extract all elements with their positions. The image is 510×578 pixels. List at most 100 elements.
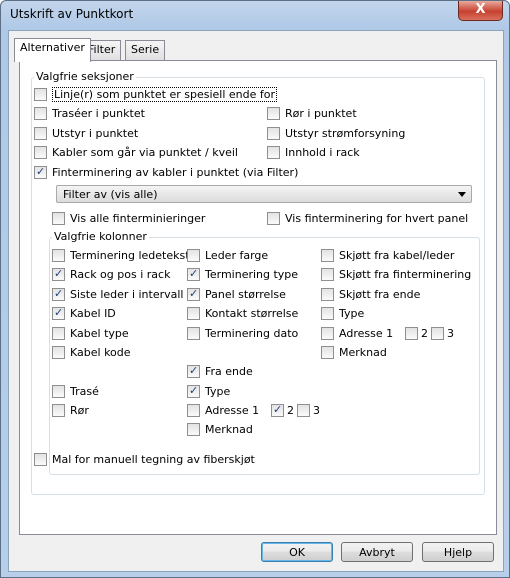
checkbox-fra-adresse1[interactable]: Adresse 1 (187, 404, 259, 418)
checkbox-skjott-ende[interactable]: Skjøtt fra ende (321, 288, 420, 302)
checkbox-box[interactable] (321, 327, 334, 340)
checkbox-box[interactable] (187, 423, 200, 436)
checkbox-kabel-type[interactable]: Kabel type (52, 327, 129, 341)
close-button[interactable]: X (458, 1, 503, 21)
checkbox-label: Rack og pos i rack (70, 268, 171, 281)
checkbox-label: Kontakt størrelse (205, 307, 299, 320)
checkbox-box[interactable] (271, 403, 284, 417)
checkbox-label: Panel størrelse (205, 288, 286, 301)
checkbox-label: Rør (70, 404, 89, 417)
checkbox-label: Skjøtt fra ende (339, 288, 421, 301)
checkbox-box[interactable] (187, 364, 200, 378)
checkbox-box[interactable] (187, 327, 200, 340)
checkbox-innhold-rack-box[interactable] (267, 146, 280, 159)
checkbox-box[interactable] (431, 327, 444, 340)
checkbox-box[interactable] (52, 327, 65, 340)
checkbox-box[interactable] (52, 306, 65, 320)
checkbox-skjott-kabel[interactable]: Skjøtt fra kabel/leder (321, 249, 454, 263)
checkbox-mal-fiberskjot[interactable]: Mal for manuell tegning av fiberskjøt (34, 453, 255, 467)
checkbox-linjer[interactable]: Linje(r) som punktet er spesiell ende fo… (34, 87, 277, 102)
checkbox-traseer[interactable]: Traséer i punktet (34, 107, 145, 121)
checkbox-kabel-kode[interactable]: Kabel kode (52, 346, 131, 360)
checkbox-utstyr[interactable]: Utstyr i punktet (34, 127, 138, 141)
checkbox-linjer-box[interactable] (34, 88, 47, 101)
checkbox-terminering-ledetekst[interactable]: Terminering ledetekst (52, 249, 190, 263)
checkbox-vis-hvert-label: Vis finterminering for hvert panel (285, 212, 469, 225)
checkbox-skjott-adresse1[interactable]: Adresse 1 (321, 327, 393, 341)
checkbox-ror[interactable]: Rør i punktet (267, 107, 357, 121)
tab-alternativer[interactable]: Alternativer (14, 38, 91, 62)
checkbox-leder-farge[interactable]: Leder farge (187, 249, 268, 263)
checkbox-label: Terminering type (205, 268, 299, 281)
checkbox-box[interactable] (52, 249, 65, 262)
checkbox-vis-alle-box[interactable] (52, 212, 65, 225)
checkbox-finterminering-box[interactable] (34, 165, 47, 179)
checkbox-box[interactable] (52, 385, 65, 398)
checkbox-utstyr-box[interactable] (34, 127, 47, 140)
checkbox-box[interactable] (52, 404, 65, 417)
checkbox-fra-adresse2[interactable]: 2 (271, 403, 294, 418)
checkbox-box[interactable] (297, 404, 310, 417)
checkbox-fra-type[interactable]: Type (187, 384, 230, 399)
checkbox-terminering-dato[interactable]: Terminering dato (187, 327, 298, 341)
checkbox-box[interactable] (187, 287, 200, 301)
checkbox-box[interactable] (405, 327, 418, 340)
checkbox-label: Type (339, 307, 365, 320)
checkbox-trase[interactable]: Trasé (52, 385, 99, 399)
checkbox-box[interactable] (187, 249, 200, 262)
checkbox-box[interactable] (321, 346, 334, 359)
checkbox-fra-merknad[interactable]: Merknad (187, 423, 253, 437)
chevron-down-icon (458, 192, 466, 197)
checkbox-finterminering[interactable]: Finterminering av kabler i punktet (via … (34, 165, 298, 180)
checkbox-traseer-box[interactable] (34, 107, 47, 120)
checkbox-fra-ende[interactable]: Fra ende (187, 364, 253, 379)
checkbox-siste-leder[interactable]: Siste leder i intervall (52, 287, 184, 302)
checkbox-box[interactable] (52, 267, 65, 281)
filter-select[interactable]: Filter av (vis alle) (56, 185, 472, 203)
checkbox-box[interactable] (52, 346, 65, 359)
checkbox-skjott-adresse2[interactable]: 2 (405, 327, 428, 341)
checkbox-box[interactable] (187, 404, 200, 417)
checkbox-kabler-via-box[interactable] (34, 146, 47, 159)
checkbox-box[interactable] (321, 249, 334, 262)
checkbox-fra-adresse3[interactable]: 3 (297, 404, 320, 418)
checkbox-terminering-type[interactable]: Terminering type (187, 267, 299, 282)
checkbox-box[interactable] (321, 307, 334, 320)
checkbox-box[interactable] (187, 384, 200, 398)
checkbox-ror-box[interactable] (267, 107, 280, 120)
help-button[interactable]: Hjelp (422, 542, 494, 562)
checkbox-vis-hvert-box[interactable] (267, 212, 280, 225)
checkbox-box[interactable] (187, 267, 200, 281)
checkbox-label: Merknad (205, 423, 253, 436)
checkbox-vis-hvert[interactable]: Vis finterminering for hvert panel (267, 212, 468, 226)
checkbox-label: Trasé (70, 385, 99, 398)
checkbox-vis-alle[interactable]: Vis alle finterminieringer (52, 212, 205, 226)
checkbox-rack-pos[interactable]: Rack og pos i rack (52, 267, 171, 282)
sections-group-label: Valgfrie seksjoner (34, 70, 136, 83)
checkbox-kabel-id[interactable]: Kabel ID (52, 306, 116, 321)
checkbox-traseer-label: Traséer i punktet (52, 107, 145, 120)
cancel-button[interactable]: Avbryt (341, 542, 413, 562)
checkbox-utstyr-strom-label: Utstyr strømforsyning (285, 127, 406, 140)
checkbox-skjott-adresse3[interactable]: 3 (431, 327, 454, 341)
checkbox-box[interactable] (34, 453, 47, 466)
checkbox-panel-storrelse[interactable]: Panel størrelse (187, 287, 286, 302)
checkbox-ror-col[interactable]: Rør (52, 404, 89, 418)
checkbox-innhold-rack[interactable]: Innhold i rack (267, 146, 360, 160)
checkbox-box[interactable] (187, 307, 200, 320)
checkbox-label: Fra ende (205, 365, 253, 378)
tab-serie[interactable]: Serie (125, 40, 166, 60)
checkbox-skjott-merknad[interactable]: Merknad (321, 346, 387, 360)
ok-button[interactable]: OK (261, 542, 333, 562)
checkbox-utstyr-strom[interactable]: Utstyr strømforsyning (267, 127, 405, 141)
checkbox-skjott-finterminering[interactable]: Skjøtt fra finterminering (321, 268, 471, 282)
checkbox-label: Terminering ledetekst (70, 249, 190, 262)
checkbox-kontakt-storrelse[interactable]: Kontakt størrelse (187, 307, 298, 321)
checkbox-box[interactable] (321, 268, 334, 281)
checkbox-kabler-via[interactable]: Kabler som går via punktet / kveil (34, 146, 238, 160)
checkbox-utstyr-strom-box[interactable] (267, 127, 280, 140)
checkbox-box[interactable] (52, 287, 65, 301)
checkbox-skjott-type[interactable]: Type (321, 307, 364, 321)
checkbox-box[interactable] (321, 288, 334, 301)
checkbox-linjer-label: Linje(r) som punktet er spesiell ende fo… (52, 87, 277, 102)
